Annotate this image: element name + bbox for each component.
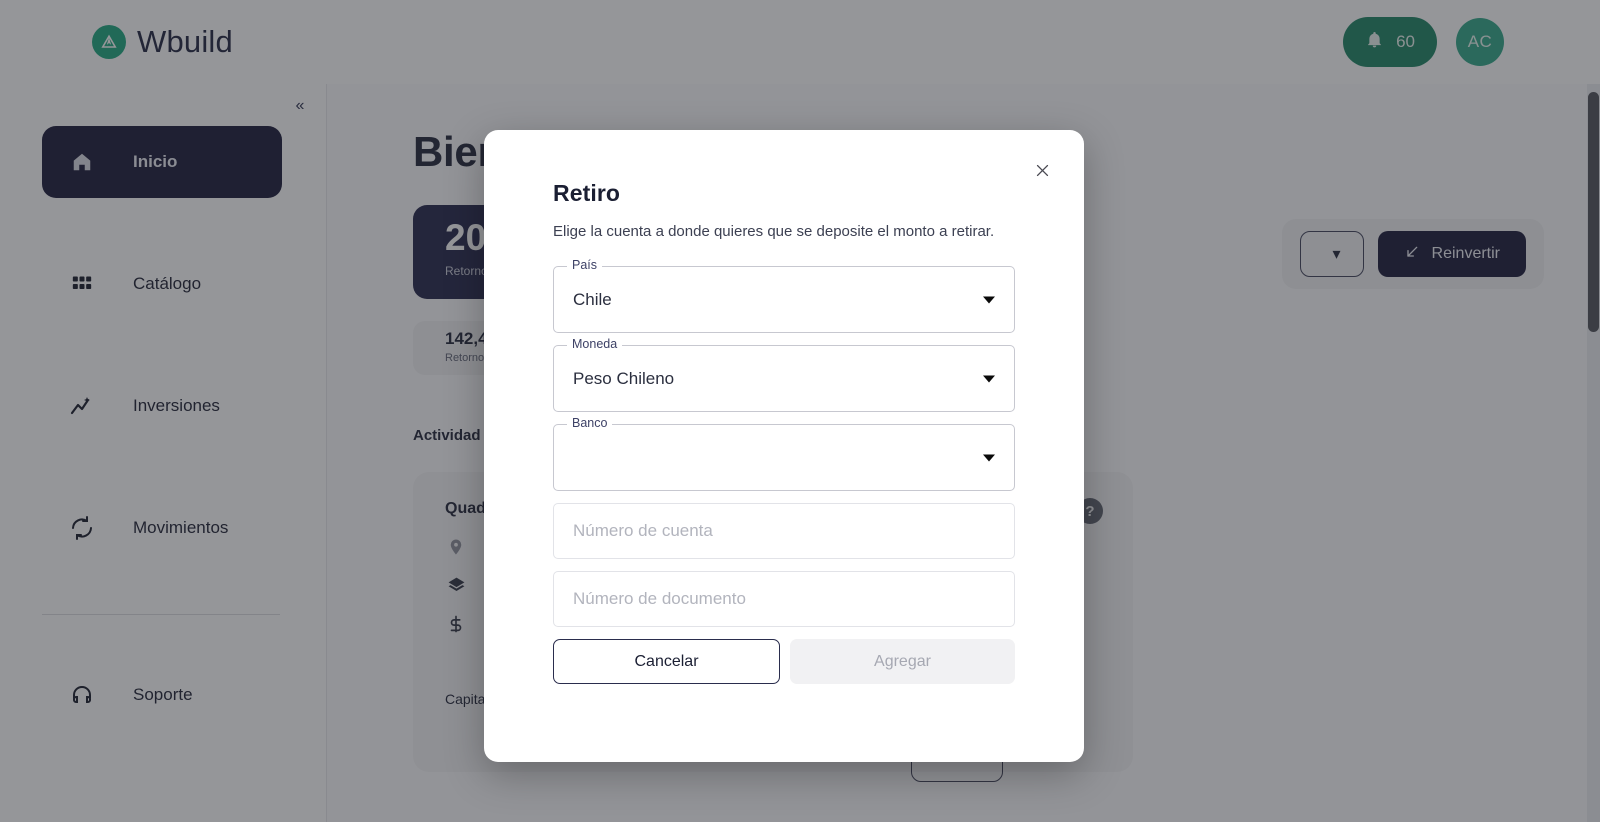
close-icon[interactable]	[1024, 152, 1060, 188]
agregar-button[interactable]: Agregar	[790, 639, 1015, 684]
caret-down-icon	[983, 296, 995, 303]
vertical-scrollbar-thumb[interactable]	[1588, 92, 1599, 332]
modal-title: Retiro	[553, 180, 621, 206]
modal-actions: Cancelar Agregar	[553, 639, 1015, 684]
retiro-modal: Retiro Elige la cuenta a donde quieres q…	[484, 130, 1084, 762]
retiro-form: País Chile Moneda Peso Chileno Banco Núm…	[553, 259, 1015, 684]
moneda-select[interactable]: Moneda Peso Chileno	[553, 338, 1015, 412]
caret-down-icon	[983, 375, 995, 382]
cancel-button[interactable]: Cancelar	[553, 639, 780, 684]
caret-down-icon	[983, 454, 995, 461]
numero-cuenta-field[interactable]	[553, 503, 1015, 559]
pais-label: País	[567, 259, 603, 272]
moneda-label: Moneda	[567, 338, 623, 351]
modal-subtitle: Elige la cuenta a donde quieres que se d…	[553, 223, 995, 240]
numero-cuenta-input[interactable]	[573, 521, 995, 541]
pais-value: Chile	[573, 289, 612, 309]
banco-label: Banco	[567, 417, 613, 430]
moneda-value: Peso Chileno	[573, 368, 675, 388]
numero-documento-input[interactable]	[573, 589, 995, 609]
pais-select[interactable]: País Chile	[553, 259, 1015, 333]
numero-documento-field[interactable]	[553, 571, 1015, 627]
banco-select[interactable]: Banco	[553, 417, 1015, 491]
application-window: « Inicio Catálogo	[0, 0, 1600, 822]
